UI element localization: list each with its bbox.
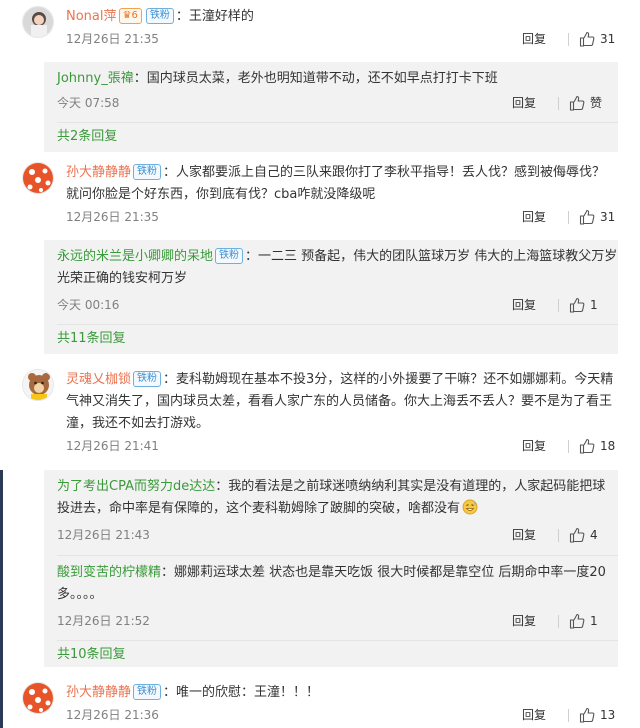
thumbs-up-icon[interactable] [579, 31, 595, 47]
sub-reply-username[interactable]: 永远的米兰是小卿卿的呆地 [57, 249, 213, 264]
reply-button[interactable]: 回复 [512, 92, 536, 114]
divider [568, 439, 569, 453]
thumbs-up-icon[interactable] [569, 527, 585, 543]
fan-badge[interactable]: 铁粉 [133, 684, 162, 700]
thumbs-up-icon[interactable] [569, 297, 585, 313]
sub-reply-username[interactable]: 为了考出CPA而努力de达达 [57, 479, 215, 494]
divider [558, 298, 559, 312]
thumbs-up-icon[interactable] [569, 95, 585, 111]
fan-badge[interactable]: 铁粉 [145, 8, 174, 24]
divider [558, 528, 559, 542]
reply-button[interactable]: 回复 [512, 610, 536, 632]
reply-button[interactable]: 回复 [512, 524, 536, 546]
thumbs-up-icon[interactable] [579, 707, 595, 723]
reply-button[interactable]: 回复 [522, 435, 546, 457]
comment-time: 12月26日 21:36 [66, 708, 159, 722]
sub-reply-box: 为了考出CPA而努力de达达：我的看法是之前球迷喷纳纳利其实是没有道理的，人家起… [44, 470, 618, 667]
divider [558, 96, 559, 110]
like-count: 赞 [590, 96, 603, 110]
thumbs-up-icon[interactable] [579, 438, 595, 454]
sub-reply-box: Johnny_張禕：国内球员太菜，老外也明知道带不动，还不如早点打打卡下班 今天… [44, 62, 618, 152]
sub-reply-meta: 今天 07:58 回复 赞 [57, 92, 618, 114]
divider [558, 614, 559, 628]
comment-text: ：王潼好样的 [175, 9, 254, 24]
sub-reply-meta: 12月26日 21:43 回复 4 [57, 524, 618, 546]
vip-badge: ♛6 [118, 8, 142, 24]
sub-reply-time: 今天 00:16 [57, 298, 120, 312]
more-replies-link[interactable]: 共2条回复 [57, 123, 618, 157]
sub-reply-time: 12月26日 21:52 [57, 614, 150, 628]
comment-meta: 12月26日 21:35 回复 31 [66, 206, 618, 228]
reply-button[interactable]: 回复 [512, 294, 536, 316]
reply-button[interactable]: 回复 [522, 206, 546, 228]
like-count: 1 [590, 298, 598, 312]
comment-username[interactable]: 孙大静静静 [66, 685, 131, 700]
comment-meta: 12月26日 21:41 回复 18 [66, 435, 618, 457]
like-count: 13 [600, 708, 616, 722]
thumbs-up-icon[interactable] [569, 613, 585, 629]
fan-badge[interactable]: 铁粉 [133, 164, 162, 180]
avatar[interactable] [22, 6, 54, 38]
like-count: 4 [590, 528, 598, 542]
page-edge-bar [0, 470, 3, 728]
avatar[interactable] [22, 682, 54, 714]
sub-reply-meta: 12月26日 21:52 回复 1 [57, 610, 618, 632]
comment-meta: 12月26日 21:35 回复 31 [66, 28, 618, 50]
sub-reply-username[interactable]: 酸到变苦的柠檬精 [57, 565, 161, 580]
divider [568, 708, 569, 722]
like-count: 18 [600, 439, 616, 453]
more-replies-link[interactable]: 共10条回复 [57, 641, 618, 675]
comment-time: 12月26日 21:35 [66, 32, 159, 46]
grin-sweat-emoji [462, 499, 478, 515]
sub-reply-meta: 今天 00:16 回复 1 [57, 294, 618, 316]
fan-badge[interactable]: 铁粉 [215, 248, 244, 264]
comment-time: 12月26日 21:41 [66, 439, 159, 453]
divider [568, 210, 569, 224]
sub-reply-time: 12月26日 21:43 [57, 528, 150, 542]
comment-username[interactable]: Nonal萍 [66, 9, 117, 24]
fan-badge[interactable]: 铁粉 [133, 371, 162, 387]
like-count: 31 [600, 32, 616, 46]
comment-meta: 12月26日 21:36 回复 13 [66, 704, 618, 726]
sub-reply-username[interactable]: Johnny_張禕 [57, 71, 134, 86]
like-count: 31 [600, 210, 616, 224]
comment-text: ：唯一的欣慰：王潼！！！ [163, 685, 320, 700]
avatar[interactable] [22, 162, 54, 194]
sub-reply-time: 今天 07:58 [57, 96, 120, 110]
comment-username[interactable]: 孙大静静静 [66, 165, 131, 180]
sub-reply-text: ：国内球员太菜，老外也明知道带不动，还不如早点打打卡下班 [133, 71, 498, 86]
more-replies-link[interactable]: 共11条回复 [57, 325, 618, 359]
avatar[interactable] [22, 369, 54, 401]
reply-button[interactable]: 回复 [522, 28, 546, 50]
sub-reply-box: 永远的米兰是小卿卿的呆地 铁粉 ：一二三 预备起，伟大的团队篮球万岁 伟大的上海篮球… [44, 240, 618, 354]
divider [57, 555, 618, 556]
like-count: 1 [590, 614, 598, 628]
comment-time: 12月26日 21:35 [66, 210, 159, 224]
divider [568, 32, 569, 46]
comment-username[interactable]: 灵魂乂枷锁 [66, 372, 131, 387]
thumbs-up-icon[interactable] [579, 209, 595, 225]
reply-button[interactable]: 回复 [522, 704, 546, 726]
